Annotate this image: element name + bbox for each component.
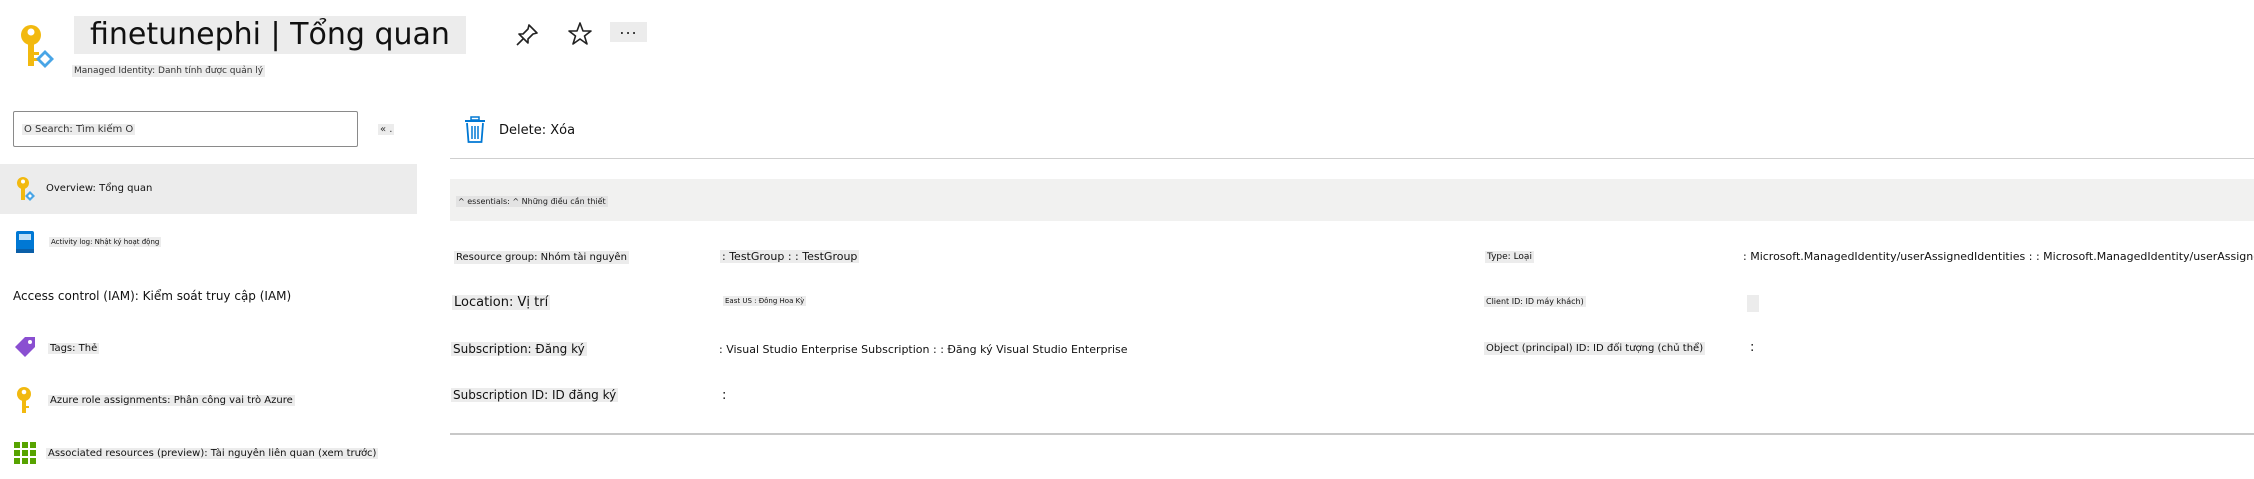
- location-value: East US : Đông Hoa Kỳ: [723, 296, 807, 306]
- command-bar-divider: [450, 158, 2254, 159]
- object-id-label: Object (principal) ID: ID đối tượng (chủ…: [1484, 342, 1706, 355]
- location-label: Location: Vị trí: [452, 295, 551, 310]
- sidebar-item-associated-resources[interactable]: Associated resources (preview): Tài nguy…: [0, 429, 417, 479]
- type-label: Type: Loại: [1485, 251, 1534, 263]
- sidebar-item-label: Access control (IAM): Kiểm soát truy cập…: [13, 289, 292, 303]
- sidebar-item-label: Activity log: Nhật ký hoạt động: [49, 237, 162, 247]
- subscription-value[interactable]: : Visual Studio Enterprise Subscription …: [719, 343, 1128, 356]
- resource-icon: [14, 22, 58, 76]
- object-id-value: :: [1750, 340, 1755, 355]
- search-input-text: O Search: Tìm kiếm O: [22, 124, 136, 135]
- sidebar-item-label: Azure role assignments: Phân công vai tr…: [48, 395, 295, 406]
- book-icon: [16, 231, 34, 253]
- sidebar-item-overview[interactable]: Overview: Tổng quan: [0, 164, 417, 214]
- key-icon: [17, 177, 35, 201]
- star-icon: [568, 22, 592, 45]
- sidebar-item-azure-role-assignments[interactable]: Azure role assignments: Phân công vai tr…: [0, 376, 417, 426]
- sidebar-item-label: Overview: Tổng quan: [44, 183, 155, 194]
- resource-group-label: Resource group: Nhóm tài nguyên: [454, 251, 629, 264]
- key-icon: [17, 387, 31, 413]
- tag-icon: [15, 337, 35, 357]
- client-id-label: Client ID: ID máy khách): [1484, 296, 1586, 307]
- trash-icon: [465, 116, 485, 143]
- subscription-id-value: :: [722, 388, 727, 403]
- essentials-section-header[interactable]: ^ essentials: ^ Những điều cần thiết: [450, 179, 2254, 221]
- sidebar-item-access-control[interactable]: Access control (IAM): Kiểm soát truy cập…: [0, 270, 417, 320]
- more-options-button[interactable]: ...: [610, 21, 647, 42]
- page-title: finetunephi | Tổng quan: [74, 16, 466, 54]
- collapse-sidebar-button[interactable]: « .: [378, 124, 395, 135]
- grid-icon: [14, 442, 36, 464]
- subscription-id-label: Subscription ID: ID đăng ký: [451, 388, 619, 402]
- pin-icon: [516, 24, 538, 46]
- client-id-value: [1747, 295, 1759, 312]
- sidebar-item-activity-log[interactable]: Activity log: Nhật ký hoạt động: [0, 217, 417, 267]
- page-subtitle: Managed Identity: Danh tính được quản lý: [72, 65, 266, 77]
- resource-group-value[interactable]: : TestGroup : : TestGroup: [720, 250, 860, 263]
- sidebar-item-label: Tags: Thẻ: [48, 343, 100, 354]
- managed-identity-key-icon: [21, 25, 54, 68]
- delete-button-label: Delete: Xóa: [499, 123, 576, 138]
- type-value: : Microsoft.ManagedIdentity/userAssigned…: [1743, 250, 2254, 263]
- sidebar-item-tags[interactable]: Tags: Thẻ: [0, 323, 417, 373]
- search-input[interactable]: O Search: Tìm kiếm O: [13, 111, 358, 147]
- pin-button[interactable]: [514, 22, 540, 52]
- essentials-toggle-label: ^ essentials: ^ Những điều cần thiết: [456, 196, 608, 207]
- sidebar-item-label: Associated resources (preview): Tài nguy…: [46, 448, 379, 459]
- subscription-label: Subscription: Đăng ký: [451, 342, 587, 356]
- essentials-bottom-divider: [450, 433, 2254, 435]
- favorite-button[interactable]: [567, 21, 593, 51]
